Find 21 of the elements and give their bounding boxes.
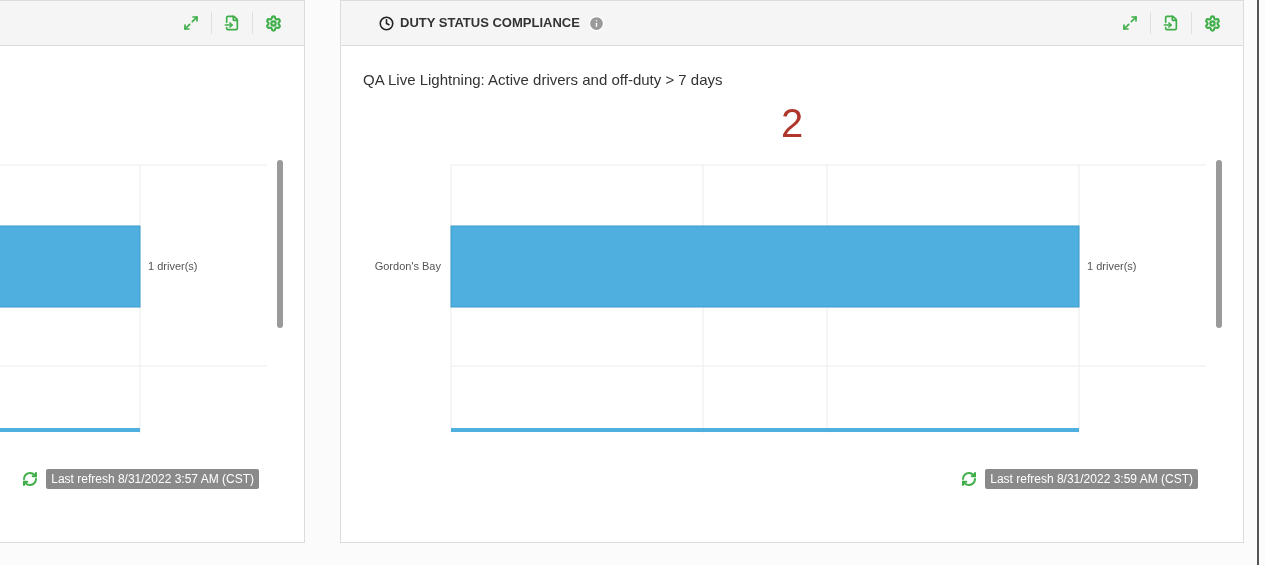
refresh-time: Last refresh 8/31/2022 3:59 AM (CST) [985, 469, 1198, 489]
refresh-icon[interactable] [961, 471, 978, 487]
file-arrow-icon[interactable] [224, 15, 240, 31]
clock-icon [379, 15, 394, 31]
refresh-time: Last refresh 8/31/2022 3:57 AM (CST) [46, 469, 259, 489]
value-label: 1 driver(s) [1087, 260, 1137, 272]
count-value: 2 [780, 103, 804, 143]
scrollbar-thumb[interactable] [1216, 160, 1222, 328]
settings-icon[interactable] [1204, 14, 1221, 32]
category-label: Gordon's Bay [374, 260, 441, 272]
file-arrow-icon[interactable] [1163, 15, 1179, 31]
settings-icon[interactable] [265, 14, 282, 32]
widget-subtitle: QA Live Lightning: Active drivers and off-duty > 7 days [363, 71, 723, 88]
refresh-icon[interactable] [22, 471, 39, 487]
page-scrollbar[interactable] [1257, 0, 1259, 565]
info-icon[interactable] [587, 14, 605, 32]
scrollbar-thumb[interactable] [277, 160, 283, 328]
expand-icon[interactable] [1122, 15, 1138, 31]
panel-title: DUTY STATUS COMPLIANCE [400, 14, 580, 33]
value-label: 1 driver(s) [148, 260, 198, 272]
expand-icon[interactable] [183, 15, 199, 31]
